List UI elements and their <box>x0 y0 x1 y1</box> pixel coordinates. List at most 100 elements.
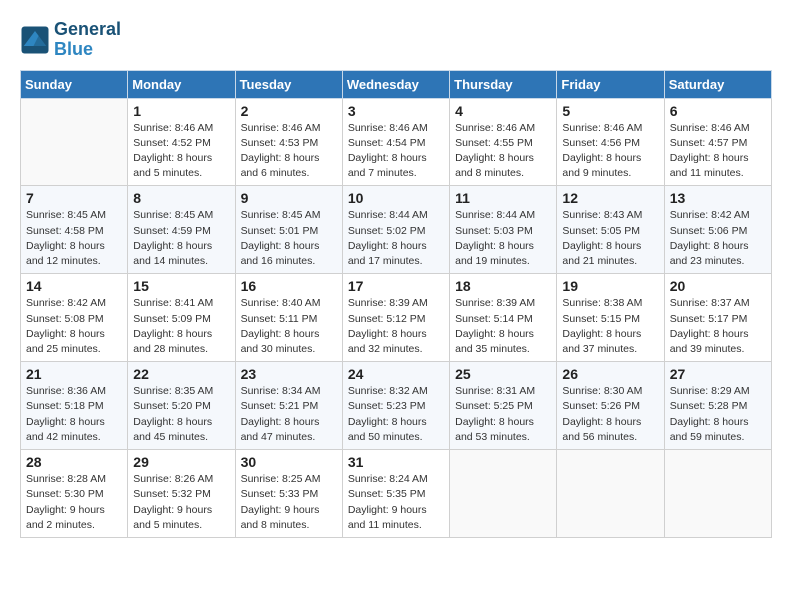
day-info: Sunrise: 8:46 AM Sunset: 4:52 PM Dayligh… <box>133 121 229 182</box>
calendar-cell: 13 Sunrise: 8:42 AM Sunset: 5:06 PM Dayli… <box>664 186 771 274</box>
day-info: Sunrise: 8:40 AM Sunset: 5:11 PM Dayligh… <box>241 296 337 357</box>
day-number: 27 <box>670 366 766 382</box>
calendar-cell <box>664 450 771 538</box>
day-number: 5 <box>562 103 658 119</box>
day-info: Sunrise: 8:35 AM Sunset: 5:20 PM Dayligh… <box>133 384 229 445</box>
calendar-cell: 21 Sunrise: 8:36 AM Sunset: 5:18 PM Dayli… <box>21 362 128 450</box>
day-number: 4 <box>455 103 551 119</box>
day-number: 19 <box>562 278 658 294</box>
column-header-friday: Friday <box>557 70 664 98</box>
column-header-sunday: Sunday <box>21 70 128 98</box>
day-info: Sunrise: 8:46 AM Sunset: 4:55 PM Dayligh… <box>455 121 551 182</box>
day-number: 15 <box>133 278 229 294</box>
calendar-week-2: 7 Sunrise: 8:45 AM Sunset: 4:58 PM Daylig… <box>21 186 772 274</box>
calendar-cell <box>21 98 128 186</box>
day-info: Sunrise: 8:46 AM Sunset: 4:54 PM Dayligh… <box>348 121 444 182</box>
calendar-cell: 4 Sunrise: 8:46 AM Sunset: 4:55 PM Daylig… <box>450 98 557 186</box>
calendar-cell: 25Sunrise: 8:31 AM Sunset: 5:25 PM Dayli… <box>450 362 557 450</box>
day-number: 12 <box>562 190 658 206</box>
calendar-cell <box>557 450 664 538</box>
calendar-cell: 23 Sunrise: 8:34 AM Sunset: 5:21 PM Dayli… <box>235 362 342 450</box>
calendar-cell: 30Sunrise: 8:25 AM Sunset: 5:33 PM Dayli… <box>235 450 342 538</box>
calendar-cell: 26Sunrise: 8:30 AM Sunset: 5:26 PM Dayli… <box>557 362 664 450</box>
column-header-saturday: Saturday <box>664 70 771 98</box>
day-number: 7 <box>26 190 122 206</box>
day-number: 10 <box>348 190 444 206</box>
day-info: Sunrise: 8:44 AM Sunset: 5:02 PM Dayligh… <box>348 208 444 269</box>
calendar-week-4: 21 Sunrise: 8:36 AM Sunset: 5:18 PM Dayli… <box>21 362 772 450</box>
calendar-header-row: SundayMondayTuesdayWednesdayThursdayFrid… <box>21 70 772 98</box>
day-info: Sunrise: 8:43 AM Sunset: 5:05 PM Dayligh… <box>562 208 658 269</box>
calendar-cell: 9 Sunrise: 8:45 AM Sunset: 5:01 PM Daylig… <box>235 186 342 274</box>
day-number: 8 <box>133 190 229 206</box>
calendar-cell: 10 Sunrise: 8:44 AM Sunset: 5:02 PM Dayli… <box>342 186 449 274</box>
calendar-cell: 6 Sunrise: 8:46 AM Sunset: 4:57 PM Daylig… <box>664 98 771 186</box>
calendar-cell: 24 Sunrise: 8:32 AM Sunset: 5:23 PM Dayli… <box>342 362 449 450</box>
day-number: 28 <box>26 454 122 470</box>
day-number: 31 <box>348 454 444 470</box>
day-info: Sunrise: 8:34 AM Sunset: 5:21 PM Dayligh… <box>241 384 337 445</box>
calendar-week-3: 14 Sunrise: 8:42 AM Sunset: 5:08 PM Dayli… <box>21 274 772 362</box>
day-number: 3 <box>348 103 444 119</box>
day-info: Sunrise: 8:29 AM Sunset: 5:28 PM Dayligh… <box>670 384 766 445</box>
day-number: 20 <box>670 278 766 294</box>
logo: General Blue <box>20 20 121 60</box>
day-number: 29 <box>133 454 229 470</box>
day-number: 30 <box>241 454 337 470</box>
calendar-cell: 5Sunrise: 8:46 AM Sunset: 4:56 PM Daylig… <box>557 98 664 186</box>
day-info: Sunrise: 8:31 AM Sunset: 5:25 PM Dayligh… <box>455 384 551 445</box>
day-info: Sunrise: 8:42 AM Sunset: 5:06 PM Dayligh… <box>670 208 766 269</box>
day-info: Sunrise: 8:37 AM Sunset: 5:17 PM Dayligh… <box>670 296 766 357</box>
day-info: Sunrise: 8:42 AM Sunset: 5:08 PM Dayligh… <box>26 296 122 357</box>
calendar-cell: 16 Sunrise: 8:40 AM Sunset: 5:11 PM Dayli… <box>235 274 342 362</box>
calendar-week-1: 1Sunrise: 8:46 AM Sunset: 4:52 PM Daylig… <box>21 98 772 186</box>
calendar-cell: 8Sunrise: 8:45 AM Sunset: 4:59 PM Daylig… <box>128 186 235 274</box>
logo-icon <box>20 25 50 55</box>
calendar-week-5: 28 Sunrise: 8:28 AM Sunset: 5:30 PM Dayli… <box>21 450 772 538</box>
day-number: 6 <box>670 103 766 119</box>
column-header-tuesday: Tuesday <box>235 70 342 98</box>
calendar-cell: 2Sunrise: 8:46 AM Sunset: 4:53 PM Daylig… <box>235 98 342 186</box>
logo-text-line1: General <box>54 20 121 40</box>
column-header-thursday: Thursday <box>450 70 557 98</box>
day-info: Sunrise: 8:30 AM Sunset: 5:26 PM Dayligh… <box>562 384 658 445</box>
calendar-cell: 14 Sunrise: 8:42 AM Sunset: 5:08 PM Dayli… <box>21 274 128 362</box>
calendar-cell: 29Sunrise: 8:26 AM Sunset: 5:32 PM Dayli… <box>128 450 235 538</box>
day-number: 23 <box>241 366 337 382</box>
day-number: 11 <box>455 190 551 206</box>
page-header: General Blue <box>20 20 772 60</box>
day-info: Sunrise: 8:44 AM Sunset: 5:03 PM Dayligh… <box>455 208 551 269</box>
day-info: Sunrise: 8:46 AM Sunset: 4:57 PM Dayligh… <box>670 121 766 182</box>
logo-text-line2: Blue <box>54 40 121 60</box>
day-number: 9 <box>241 190 337 206</box>
calendar-cell: 28 Sunrise: 8:28 AM Sunset: 5:30 PM Dayli… <box>21 450 128 538</box>
column-header-monday: Monday <box>128 70 235 98</box>
day-info: Sunrise: 8:39 AM Sunset: 5:14 PM Dayligh… <box>455 296 551 357</box>
calendar-cell: 20 Sunrise: 8:37 AM Sunset: 5:17 PM Dayli… <box>664 274 771 362</box>
calendar-cell: 7 Sunrise: 8:45 AM Sunset: 4:58 PM Daylig… <box>21 186 128 274</box>
calendar-cell <box>450 450 557 538</box>
day-info: Sunrise: 8:38 AM Sunset: 5:15 PM Dayligh… <box>562 296 658 357</box>
day-number: 22 <box>133 366 229 382</box>
column-header-wednesday: Wednesday <box>342 70 449 98</box>
day-number: 21 <box>26 366 122 382</box>
calendar-cell: 17Sunrise: 8:39 AM Sunset: 5:12 PM Dayli… <box>342 274 449 362</box>
day-info: Sunrise: 8:45 AM Sunset: 5:01 PM Dayligh… <box>241 208 337 269</box>
day-info: Sunrise: 8:32 AM Sunset: 5:23 PM Dayligh… <box>348 384 444 445</box>
calendar-cell: 18Sunrise: 8:39 AM Sunset: 5:14 PM Dayli… <box>450 274 557 362</box>
calendar-cell: 22 Sunrise: 8:35 AM Sunset: 5:20 PM Dayli… <box>128 362 235 450</box>
day-number: 17 <box>348 278 444 294</box>
calendar-cell: 11 Sunrise: 8:44 AM Sunset: 5:03 PM Dayli… <box>450 186 557 274</box>
day-info: Sunrise: 8:45 AM Sunset: 4:58 PM Dayligh… <box>26 208 122 269</box>
day-number: 13 <box>670 190 766 206</box>
calendar-cell: 12 Sunrise: 8:43 AM Sunset: 5:05 PM Dayli… <box>557 186 664 274</box>
day-info: Sunrise: 8:41 AM Sunset: 5:09 PM Dayligh… <box>133 296 229 357</box>
day-info: Sunrise: 8:46 AM Sunset: 4:53 PM Dayligh… <box>241 121 337 182</box>
day-info: Sunrise: 8:28 AM Sunset: 5:30 PM Dayligh… <box>26 472 122 533</box>
day-number: 16 <box>241 278 337 294</box>
day-number: 24 <box>348 366 444 382</box>
calendar-cell: 31Sunrise: 8:24 AM Sunset: 5:35 PM Dayli… <box>342 450 449 538</box>
calendar-cell: 15 Sunrise: 8:41 AM Sunset: 5:09 PM Dayli… <box>128 274 235 362</box>
day-info: Sunrise: 8:36 AM Sunset: 5:18 PM Dayligh… <box>26 384 122 445</box>
day-number: 14 <box>26 278 122 294</box>
